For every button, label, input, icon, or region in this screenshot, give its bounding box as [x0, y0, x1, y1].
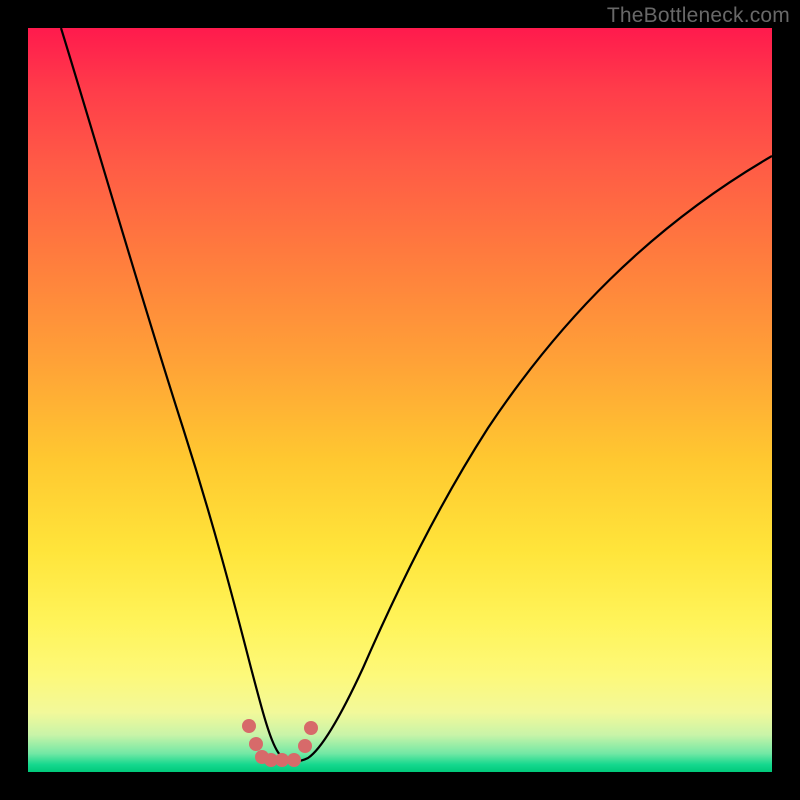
curve-marker [275, 753, 289, 767]
curve-marker [249, 737, 263, 751]
curve-marker [287, 753, 301, 767]
bottleneck-curve [28, 28, 772, 772]
curve-path [61, 28, 772, 761]
curve-marker [304, 721, 318, 735]
chart-plot-area [28, 28, 772, 772]
chart-frame: TheBottleneck.com [0, 0, 800, 800]
curve-marker [298, 739, 312, 753]
watermark-text: TheBottleneck.com [607, 4, 790, 28]
curve-marker [242, 719, 256, 733]
